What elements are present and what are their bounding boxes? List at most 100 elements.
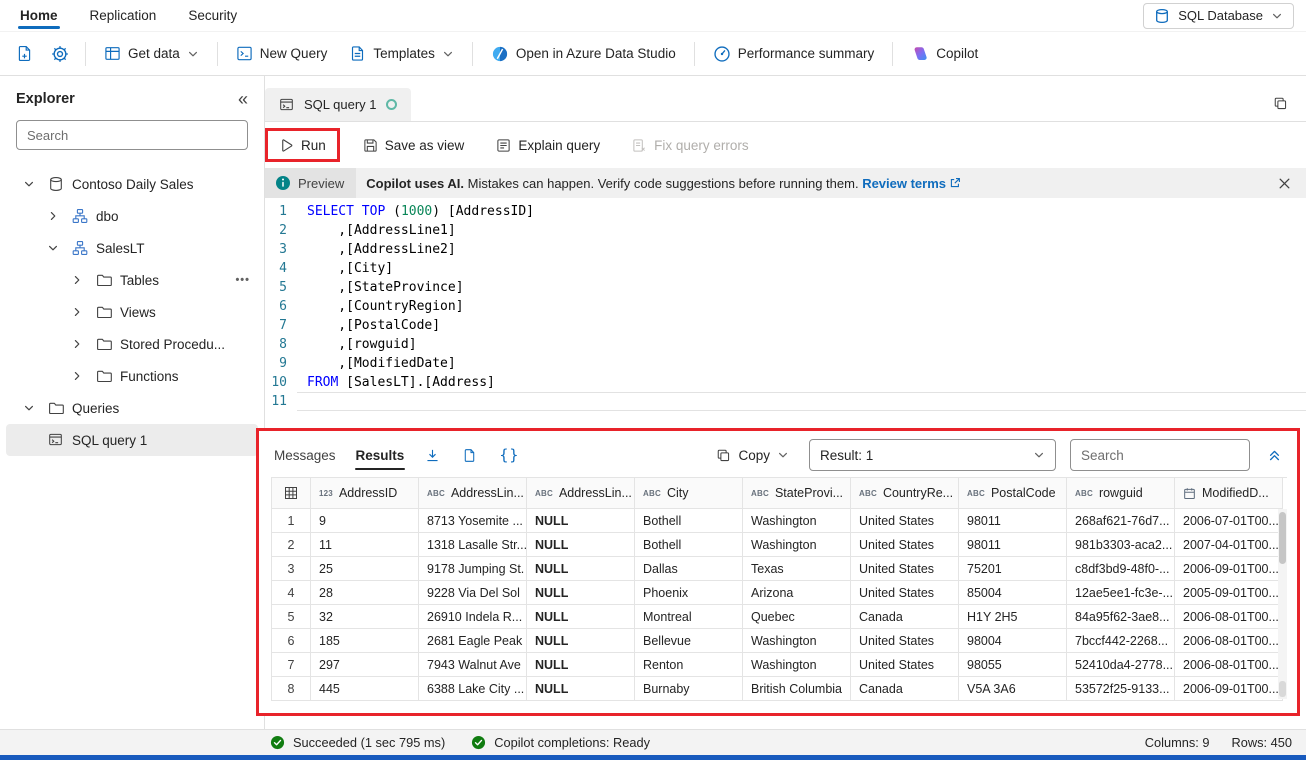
tab-home[interactable]: Home (18, 0, 60, 31)
result-row-8[interactable]: 84456388 Lake City ...NULLBurnabyBritish… (271, 677, 1287, 701)
result-row-5[interactable]: 53226910 Indela R...NULLMontrealQuebecCa… (271, 605, 1287, 629)
open-in-azure-data-studio-button[interactable]: Open in Azure Data Studio (481, 39, 686, 69)
result-cell[interactable]: United States (851, 533, 959, 557)
result-cell[interactable]: Texas (743, 557, 851, 581)
result-cell[interactable]: 12ae5ee1-fc3e-... (1067, 581, 1175, 605)
row-number[interactable]: 3 (271, 557, 311, 581)
result-cell[interactable]: 2006-07-01T00... (1175, 509, 1283, 533)
code-line-2[interactable]: ,[AddressLine1] (297, 221, 1306, 240)
tree-item-queries[interactable]: Queries (6, 392, 258, 424)
column-header-addresslin[interactable]: ABCAddressLin... (419, 478, 527, 509)
row-number[interactable]: 6 (271, 629, 311, 653)
download-results-button[interactable] (421, 444, 444, 467)
result-cell[interactable]: 26910 Indela R... (419, 605, 527, 629)
result-cell[interactable]: 9178 Jumping St. (419, 557, 527, 581)
result-cell[interactable]: Canada (851, 677, 959, 701)
result-cell[interactable]: 9 (311, 509, 419, 533)
code-line-7[interactable]: ,[PostalCode] (297, 316, 1306, 335)
result-cell[interactable]: Bellevue (635, 629, 743, 653)
row-number[interactable]: 2 (271, 533, 311, 557)
result-cell[interactable]: United States (851, 581, 959, 605)
result-cell[interactable]: 1318 Lasalle Str... (419, 533, 527, 557)
result-cell[interactable]: NULL (527, 605, 635, 629)
collapse-panel-icon[interactable]: « (238, 90, 248, 108)
result-cell[interactable]: 7943 Walnut Ave (419, 653, 527, 677)
column-header-modifiedd[interactable]: ModifiedD... (1175, 478, 1283, 509)
result-cell[interactable]: 7bccf442-2268... (1067, 629, 1175, 653)
result-cell[interactable]: Phoenix (635, 581, 743, 605)
result-cell[interactable]: Washington (743, 509, 851, 533)
review-terms-link[interactable]: Review terms (862, 176, 961, 191)
row-number[interactable]: 1 (271, 509, 311, 533)
row-number[interactable]: 8 (271, 677, 311, 701)
tree-item-dbo[interactable]: dbo (6, 200, 258, 232)
chevron-right-icon[interactable] (42, 210, 64, 222)
result-cell[interactable]: Canada (851, 605, 959, 629)
result-cell[interactable]: Bothell (635, 509, 743, 533)
tab-replication[interactable]: Replication (88, 0, 159, 31)
result-row-1[interactable]: 198713 Yosemite ...NULLBothellWashington… (271, 509, 1287, 533)
tree-item-stored-procedu[interactable]: Stored Procedu... (6, 328, 258, 360)
fix-query-errors-button[interactable]: Fix query errors (623, 134, 758, 157)
result-cell[interactable]: 2006-09-01T00... (1175, 677, 1283, 701)
result-cell[interactable]: NULL (527, 581, 635, 605)
result-row-3[interactable]: 3259178 Jumping St.NULLDallasTexasUnited… (271, 557, 1287, 581)
expand-results-button[interactable] (1264, 445, 1285, 466)
result-cell[interactable]: 28 (311, 581, 419, 605)
code-line-5[interactable]: ,[StateProvince] (297, 278, 1306, 297)
explain-query-button[interactable]: Explain query (487, 134, 609, 157)
result-row-6[interactable]: 61852681 Eagle PeakNULLBellevueWashingto… (271, 629, 1287, 653)
column-header-countryre[interactable]: ABCCountryRe... (851, 478, 959, 509)
result-cell[interactable]: United States (851, 557, 959, 581)
result-cell[interactable]: 2006-08-01T00... (1175, 653, 1283, 677)
result-cell[interactable]: c8df3bd9-48f0-... (1067, 557, 1175, 581)
result-cell[interactable]: Burnaby (635, 677, 743, 701)
column-header-addressid[interactable]: 123AddressID (311, 478, 419, 509)
result-cell[interactable]: NULL (527, 533, 635, 557)
result-cell[interactable]: 2006-08-01T00... (1175, 605, 1283, 629)
result-cell[interactable]: 85004 (959, 581, 1067, 605)
result-cell[interactable]: British Columbia (743, 677, 851, 701)
result-cell[interactable]: Montreal (635, 605, 743, 629)
select-all-cell[interactable] (271, 478, 311, 509)
result-cell[interactable]: 981b3303-aca2... (1067, 533, 1175, 557)
result-cell[interactable]: NULL (527, 653, 635, 677)
result-row-2[interactable]: 2111318 Lasalle Str...NULLBothellWashing… (271, 533, 1287, 557)
code-line-9[interactable]: ,[ModifiedDate] (297, 354, 1306, 373)
result-cell[interactable]: NULL (527, 629, 635, 653)
tab-security[interactable]: Security (186, 0, 239, 31)
tree-item-saleslt[interactable]: SalesLT (6, 232, 258, 264)
result-cell[interactable]: 25 (311, 557, 419, 581)
result-cell[interactable]: 52410da4-2778... (1067, 653, 1175, 677)
duplicate-tab-button[interactable] (1269, 92, 1292, 115)
result-cell[interactable]: 185 (311, 629, 419, 653)
result-cell[interactable]: 297 (311, 653, 419, 677)
result-cell[interactable]: 2681 Eagle Peak (419, 629, 527, 653)
row-number[interactable]: 4 (271, 581, 311, 605)
result-cell[interactable]: H1Y 2H5 (959, 605, 1067, 629)
result-cell[interactable]: 98011 (959, 509, 1067, 533)
result-cell[interactable]: 8713 Yosemite ... (419, 509, 527, 533)
column-header-addresslin[interactable]: ABCAddressLin... (527, 478, 635, 509)
result-cell[interactable]: Washington (743, 533, 851, 557)
settings-button[interactable] (43, 39, 77, 69)
chevron-down-icon[interactable] (42, 242, 64, 254)
result-cell[interactable]: 75201 (959, 557, 1067, 581)
tree-item-views[interactable]: Views (6, 296, 258, 328)
chevron-down-icon[interactable] (18, 178, 40, 190)
templates-button[interactable]: Templates (339, 39, 464, 68)
scrollbar-thumb[interactable] (1279, 512, 1286, 564)
result-cell[interactable]: V5A 3A6 (959, 677, 1067, 701)
result-cell[interactable]: 98004 (959, 629, 1067, 653)
code-line-1[interactable]: SELECT TOP (1000) [AddressID] (297, 202, 1306, 221)
column-header-city[interactable]: ABCCity (635, 478, 743, 509)
result-cell[interactable]: Quebec (743, 605, 851, 629)
explorer-search-input[interactable] (16, 120, 248, 150)
result-cell[interactable]: United States (851, 653, 959, 677)
copilot-button[interactable]: Copilot (901, 39, 988, 69)
chevron-right-icon[interactable] (66, 274, 88, 286)
code-line-4[interactable]: ,[City] (297, 259, 1306, 278)
column-header-stateprovi[interactable]: ABCStateProvi... (743, 478, 851, 509)
result-row-7[interactable]: 72977943 Walnut AveNULLRentonWashingtonU… (271, 653, 1287, 677)
result-cell[interactable]: Washington (743, 653, 851, 677)
